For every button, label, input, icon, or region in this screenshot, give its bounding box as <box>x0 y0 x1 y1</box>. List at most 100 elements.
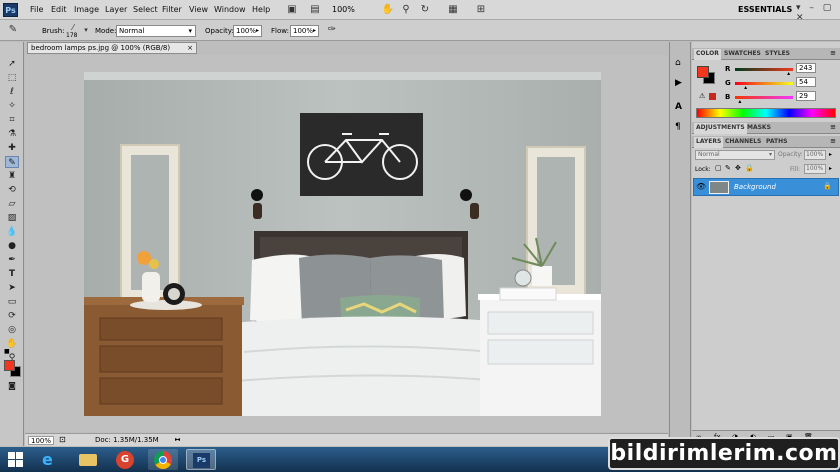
tab-channels[interactable]: CHANNELS <box>725 138 761 145</box>
document-image[interactable] <box>84 72 601 416</box>
opacity-input[interactable]: 100% ▸ <box>233 25 262 37</box>
layer-name[interactable]: Background <box>734 183 776 191</box>
flow-input[interactable]: 100% ▸ <box>290 25 319 37</box>
slider-green[interactable]: G ▴ 54 <box>725 77 837 91</box>
eraser-tool-icon[interactable]: ▱ <box>5 198 19 210</box>
mode-select[interactable]: Normal ▾ <box>116 25 196 37</box>
blue-slider-handle[interactable]: ▴ <box>738 98 741 105</box>
zoom-level[interactable]: 100% <box>332 5 355 14</box>
character-panel-icon[interactable]: A <box>675 102 682 112</box>
airbrush-icon[interactable]: ✑ <box>325 24 339 36</box>
panel-menu-icon[interactable]: ≡ <box>830 123 836 131</box>
menu-help[interactable]: Help <box>252 5 270 14</box>
menu-window[interactable]: Window <box>214 5 246 14</box>
color-spectrum-ramp[interactable] <box>696 108 836 118</box>
clone-stamp-icon[interactable]: ♜ <box>5 170 19 182</box>
green-value[interactable]: 54 <box>796 77 816 87</box>
lock-all-icon[interactable]: 🔒 <box>745 164 754 172</box>
menu-edit[interactable]: Edit <box>51 5 67 14</box>
move-tool-icon[interactable]: ➚ <box>5 58 19 70</box>
chrome-icon[interactable] <box>148 449 178 470</box>
quick-mask-icon[interactable]: ◙ <box>5 380 19 392</box>
rotate-view-icon[interactable]: ↻ <box>418 4 432 16</box>
blend-mode-select[interactable]: Normal ▾ <box>695 150 775 160</box>
menu-file[interactable]: File <box>30 5 43 14</box>
menu-select[interactable]: Select <box>133 5 158 14</box>
tab-styles[interactable]: STYLES <box>765 50 790 57</box>
color-foreground-swatch[interactable] <box>697 66 709 78</box>
tab-swatches[interactable]: SWATCHES <box>724 50 761 57</box>
foreground-color-swatch[interactable] <box>4 360 15 371</box>
blue-slider-track[interactable] <box>735 96 793 99</box>
marquee-tool-icon[interactable]: ⬚ <box>5 72 19 84</box>
photoshop-taskbar-icon[interactable]: Ps <box>186 449 216 470</box>
green-slider-handle[interactable]: ▴ <box>744 84 747 91</box>
blur-tool-icon[interactable]: 💧 <box>5 226 19 238</box>
warning-icon[interactable]: ⚠ <box>699 92 705 100</box>
gradient-tool-icon[interactable]: ▨ <box>5 212 19 224</box>
blue-value[interactable]: 29 <box>796 91 816 101</box>
file-explorer-icon[interactable] <box>73 449 103 470</box>
menu-filter[interactable]: Filter <box>162 5 182 14</box>
lock-transparent-icon[interactable]: ▢ <box>715 164 722 172</box>
windows-start-icon[interactable] <box>8 452 23 467</box>
google-plus-icon[interactable]: G <box>110 449 140 470</box>
chevron-right-icon[interactable]: ▸ <box>829 151 832 158</box>
status-info-icon[interactable]: ⊡ <box>59 435 66 444</box>
lasso-tool-icon[interactable]: ℓ <box>5 86 19 98</box>
fill-input[interactable]: 100% <box>804 164 826 174</box>
internet-explorer-icon[interactable]: e <box>35 449 65 470</box>
workspace-switcher[interactable]: ESSENTIALS <box>738 5 792 14</box>
lock-position-icon[interactable]: ✥ <box>735 164 741 172</box>
brush-picker-chevron-icon[interactable]: ▾ <box>79 24 93 36</box>
layer-opacity-input[interactable]: 100% <box>804 150 826 160</box>
mini-bridge-icon[interactable]: ▤ <box>308 4 322 16</box>
history-panel-icon[interactable]: ⌂ <box>675 58 681 68</box>
menu-image[interactable]: Image <box>74 5 99 14</box>
shape-tool-icon[interactable]: ▭ <box>5 296 19 308</box>
tab-paths[interactable]: PATHS <box>766 138 787 145</box>
panel-menu-icon[interactable]: ≡ <box>830 137 836 145</box>
arrange-documents-icon[interactable]: ▦ <box>446 4 460 16</box>
tab-color[interactable]: COLOR <box>694 49 721 60</box>
slider-red[interactable]: R ▴ 243 <box>725 63 837 77</box>
slider-blue[interactable]: B ▴ 29 <box>725 91 837 105</box>
red-value[interactable]: 243 <box>796 63 816 73</box>
actions-panel-icon[interactable]: ▶ <box>675 78 682 88</box>
type-tool-icon[interactable]: T <box>5 268 19 280</box>
3d-orbit-icon[interactable]: ◎ <box>5 324 19 336</box>
tab-adjustments[interactable]: ADJUSTMENTS <box>694 123 747 134</box>
brush-tool-preset-icon[interactable]: ✎ <box>6 24 20 36</box>
document-tab[interactable]: bedroom lamps ps.jpg @ 100% (RGB/8) × <box>27 42 197 54</box>
tab-masks[interactable]: MASKS <box>747 124 771 131</box>
quick-selection-icon[interactable]: ✧ <box>5 100 19 112</box>
default-colors-icon[interactable]: ■ <box>4 348 10 355</box>
dodge-tool-icon[interactable]: ● <box>5 240 19 252</box>
brush-tool-icon[interactable]: ✎ <box>5 156 19 168</box>
panel-menu-icon[interactable]: ≡ <box>830 49 836 57</box>
red-slider-handle[interactable]: ▴ <box>787 70 790 77</box>
zoom-tool-icon[interactable]: ⚲ <box>399 4 413 16</box>
menu-layer[interactable]: Layer <box>105 5 127 14</box>
status-zoom[interactable]: 100% <box>28 436 54 445</box>
chevron-right-icon[interactable]: ▸ <box>829 165 832 172</box>
pen-tool-icon[interactable]: ✒ <box>5 254 19 266</box>
warning-color-chip[interactable] <box>709 93 716 100</box>
crop-tool-icon[interactable]: ⌗ <box>5 114 19 126</box>
history-brush-icon[interactable]: ⟲ <box>5 184 19 196</box>
red-slider-track[interactable] <box>735 68 793 71</box>
eyedropper-tool-icon[interactable]: ⚗ <box>5 128 19 140</box>
bridge-icon[interactable]: ▣ <box>285 4 299 16</box>
scroll-left-icon[interactable]: ◂ <box>177 436 180 443</box>
layer-row-background[interactable]: 👁 Background 🔒 <box>693 178 839 196</box>
lock-image-icon[interactable]: ✎ <box>725 164 731 172</box>
visibility-eye-icon[interactable]: 👁 <box>696 182 706 191</box>
screen-mode-icon[interactable]: ⊞ <box>474 4 488 16</box>
3d-rotate-icon[interactable]: ⟳ <box>5 310 19 322</box>
paragraph-panel-icon[interactable]: ¶ <box>675 122 681 132</box>
menu-view[interactable]: View <box>189 5 208 14</box>
path-selection-icon[interactable]: ➤ <box>5 282 19 294</box>
healing-brush-icon[interactable]: ✚ <box>5 142 19 154</box>
hand-tool-icon[interactable]: ✋ <box>381 4 395 16</box>
close-icon[interactable]: × <box>187 43 193 53</box>
